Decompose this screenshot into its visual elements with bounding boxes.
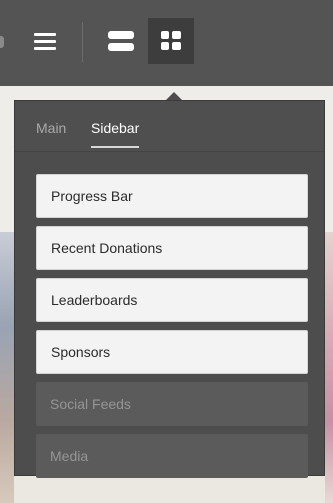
hamburger-menu-icon (34, 29, 56, 54)
widget-item-progress-bar[interactable]: Progress Bar (36, 174, 308, 218)
widget-item-recent-donations[interactable]: Recent Donations (36, 226, 308, 270)
top-toolbar (0, 0, 333, 86)
widget-item-media[interactable]: Media (36, 434, 308, 478)
background-image-left (0, 232, 14, 503)
widget-item-social-feeds[interactable]: Social Feeds (36, 382, 308, 426)
tab-sidebar[interactable]: Sidebar (91, 120, 140, 148)
widget-item-sponsors[interactable]: Sponsors (36, 330, 308, 374)
section-picker-popover: Main Sidebar Progress Bar Recent Donatio… (14, 100, 325, 478)
menu-button[interactable] (22, 18, 68, 64)
popover-tabs: Main Sidebar (15, 101, 324, 152)
grid-layout-button[interactable] (148, 18, 194, 64)
rows-layout-button[interactable] (98, 18, 144, 64)
toolbar-divider (82, 22, 83, 62)
rows-layout-icon (108, 31, 134, 51)
background-image-right (325, 232, 333, 503)
grid-layout-icon (161, 31, 181, 51)
background-footer (14, 476, 325, 503)
widget-item-leaderboards[interactable]: Leaderboards (36, 278, 308, 322)
tab-main[interactable]: Main (36, 120, 66, 146)
toolbar-edge-indicator (0, 36, 4, 48)
